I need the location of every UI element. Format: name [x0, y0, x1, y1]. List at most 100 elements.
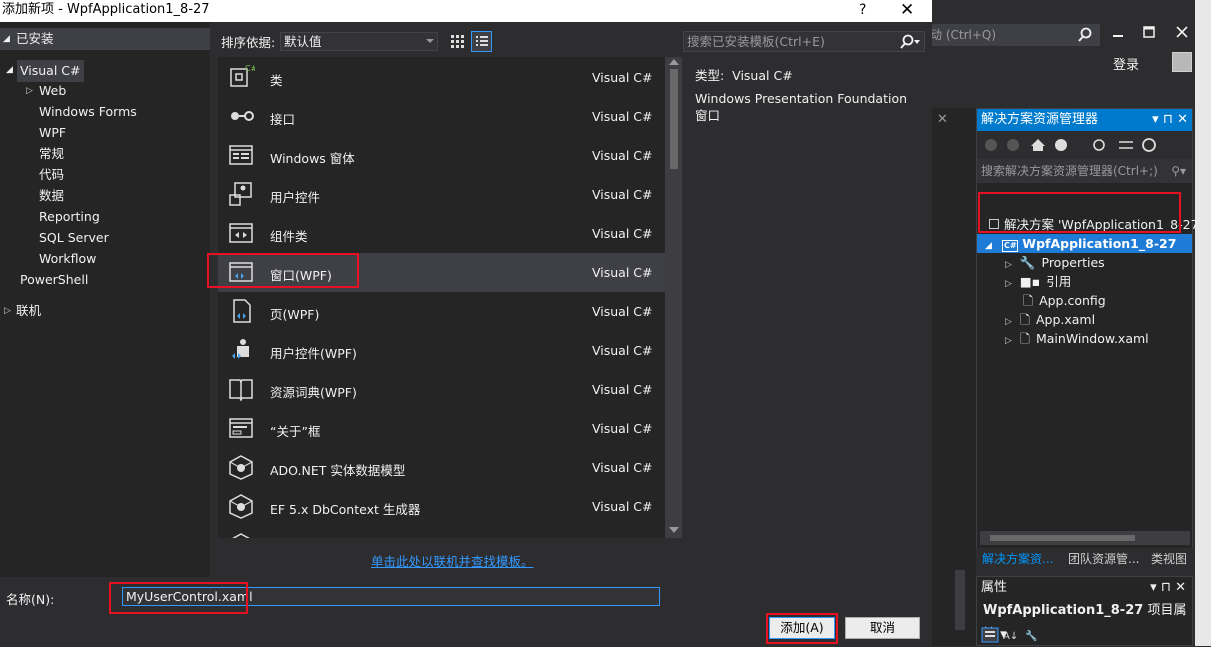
tree-item-general[interactable]: 常规 [39, 144, 64, 164]
expand-icon[interactable]: ▷ [1005, 260, 1012, 270]
expand-icon[interactable]: ▷ [1005, 279, 1012, 289]
tree-item-app-xaml[interactable]: ▷ 🗋 App.xaml [1005, 310, 1095, 329]
tree-item-data[interactable]: 数据 [39, 186, 64, 206]
svg-text:C#: C# [245, 64, 255, 73]
maximize-icon[interactable] [1143, 26, 1155, 38]
expand-icon[interactable]: ▷ [26, 81, 33, 101]
list-item-selected[interactable]: 窗口(WPF) Visual C# [218, 253, 665, 292]
online-templates-link[interactable]: 单击此处以联机并查找模板。 [371, 551, 534, 570]
scrollbar-thumb[interactable] [990, 535, 1135, 541]
tree-item-app-config[interactable]: 🗋 App.config [1023, 291, 1106, 310]
list-item[interactable]: EF 5.x DbContext 生成器 Visual C# [218, 487, 665, 526]
xaml-file-icon: 🗋 [1019, 331, 1030, 346]
sort-dropdown[interactable]: 默认值 [280, 32, 438, 51]
interface-icon [227, 102, 255, 130]
search-icon[interactable] [1077, 27, 1093, 43]
cancel-button[interactable]: 取消 [845, 617, 920, 639]
item-language: Visual C# [592, 70, 653, 85]
solution-explorer-title: 解决方案资源管理器 ▾ ⊓ ✕ [977, 109, 1192, 131]
list-item[interactable]: 资源词典(WPF) Visual C# [218, 370, 665, 409]
scroll-down-icon[interactable] [669, 527, 679, 533]
tree-item-workflow[interactable]: Workflow [39, 249, 96, 269]
close-icon[interactable] [1176, 26, 1188, 38]
tree-item-wpf[interactable]: WPF [39, 123, 66, 143]
list-item[interactable]: 组件类 Visual C# [218, 214, 665, 253]
item-language: Visual C# [592, 460, 653, 475]
tree-item-properties[interactable]: ▷ 🔧 Properties [1005, 253, 1105, 272]
avatar[interactable] [1172, 52, 1192, 72]
item-language: Visual C# [592, 109, 653, 124]
toolbar-icons[interactable] [977, 131, 1192, 159]
tab-solution-explorer[interactable]: 解决方案资... [982, 548, 1053, 570]
expanded-icon[interactable]: ◢ [985, 241, 992, 251]
item-name: 资源词典(WPF) [270, 385, 357, 400]
tree-item-project[interactable]: ◢ C# WpfApplication1_8-27 [977, 234, 1192, 253]
expand-icon[interactable]: ▷ [1005, 317, 1012, 327]
expand-icon[interactable]: ▷ [1005, 336, 1012, 346]
wpf-window-icon [227, 258, 255, 286]
tree-item-label: App.config [1039, 293, 1106, 308]
list-item[interactable]: 用户控件 Visual C# [218, 175, 665, 214]
horizontal-scrollbar[interactable] [980, 531, 1190, 545]
item-language: Visual C# [592, 226, 653, 241]
name-input[interactable]: MyUserControl.xaml [122, 587, 660, 606]
tree-item-powershell[interactable]: PowerShell [20, 270, 88, 290]
close-tab-icon[interactable]: ✕ [937, 112, 948, 127]
list-item[interactable]: 接口 Visual C# [218, 97, 665, 136]
tree-item-windows-forms[interactable]: Windows Forms [39, 102, 137, 122]
tree-item-installed[interactable]: 已安装 [16, 29, 54, 49]
login-link[interactable]: 登录 [1113, 54, 1139, 73]
scrollbar[interactable] [955, 570, 965, 630]
template-search-input[interactable]: 搜索已安装模板(Ctrl+E) [683, 31, 925, 52]
grid-view-icon[interactable] [447, 32, 467, 51]
minimize-icon[interactable] [1112, 26, 1124, 38]
add-button[interactable]: 添加(A) [769, 617, 835, 639]
panel-title-buttons[interactable]: ▾ ⊓ ✕ [1150, 577, 1186, 599]
tree-item-mainwindow-xaml[interactable]: ▷ 🗋 MainWindow.xaml [1005, 329, 1149, 348]
scroll-up-icon[interactable] [669, 59, 679, 65]
properties-title: 属性 ▾ ⊓ ✕ [977, 577, 1192, 599]
tree-item-web[interactable]: Web [39, 81, 66, 101]
collapse-icon[interactable]: ◢ [3, 29, 10, 49]
scrollbar-thumb[interactable] [670, 69, 678, 169]
windows-form-icon [227, 141, 255, 169]
item-name: “关于”框 [270, 424, 321, 439]
tree-item-reporting[interactable]: Reporting [39, 207, 100, 227]
list-item[interactable]: Windows 窗体 Visual C# [218, 136, 665, 175]
tree-item-online[interactable]: 联机 [16, 301, 41, 321]
tree-item-references[interactable]: ▷ ■▪ 引用 [1005, 272, 1071, 291]
tree-item-solution[interactable]: 解决方案 'WpfApplication1_8-27' [989, 215, 1202, 234]
help-button[interactable]: ? [859, 0, 866, 20]
panel-title-buttons[interactable]: ▾ ⊓ ✕ [1152, 109, 1188, 131]
solution-icon [989, 219, 999, 229]
list-item-partial[interactable] [218, 526, 665, 538]
search-icon[interactable]: ⚲▾ [1171, 159, 1186, 183]
tree-item-sql-server[interactable]: SQL Server [39, 228, 109, 248]
list-item[interactable]: “关于”框 Visual C# [218, 409, 665, 448]
user-control-icon [227, 180, 255, 208]
solution-explorer-panel: 解决方案资源管理器 ▾ ⊓ ✕ 搜索解决方案资源管理器(Ctrl+;) ⚲▾ 解… [976, 108, 1202, 568]
collapse-icon[interactable]: ◢ [6, 60, 13, 80]
detail-type-value: Visual C# [732, 68, 793, 83]
properties-toolbar[interactable]: A↓ 🔧 [981, 627, 1041, 643]
expand-icon[interactable]: ▷ [4, 301, 11, 321]
tree-item-label: WpfApplication1_8-27 [1022, 236, 1177, 251]
properties-object-selector[interactable]: WpfApplication1_8-27 项目属性 ▾ [977, 599, 1192, 642]
close-button[interactable]: ✕ [900, 0, 914, 20]
list-item[interactable]: 页(WPF) Visual C# [218, 292, 665, 331]
tree-item-visual-csharp[interactable]: Visual C# [17, 60, 84, 82]
solution-explorer-search[interactable]: 搜索解决方案资源管理器(Ctrl+;) ⚲▾ [977, 159, 1192, 183]
tree-item-code[interactable]: 代码 [39, 165, 64, 185]
list-view-icon[interactable] [471, 31, 492, 52]
list-item[interactable]: 用户控件(WPF) Visual C# [218, 331, 665, 370]
search-icon[interactable] [899, 34, 921, 50]
list-item[interactable]: C# 类 Visual C# [218, 58, 665, 97]
item-name: ADO.NET 实体数据模型 [270, 463, 406, 478]
tab-team-explorer[interactable]: 团队资源管... [1068, 548, 1139, 570]
quick-launch-input[interactable]: 动 (Ctrl+Q) [928, 24, 1100, 46]
tab-class-view[interactable]: 类视图 [1151, 548, 1187, 570]
list-item[interactable]: ADO.NET 实体数据模型 Visual C# [218, 448, 665, 487]
xaml-file-icon: 🗋 [1019, 312, 1030, 327]
vertical-scrollbar[interactable] [665, 57, 682, 538]
item-language: Visual C# [592, 343, 653, 358]
